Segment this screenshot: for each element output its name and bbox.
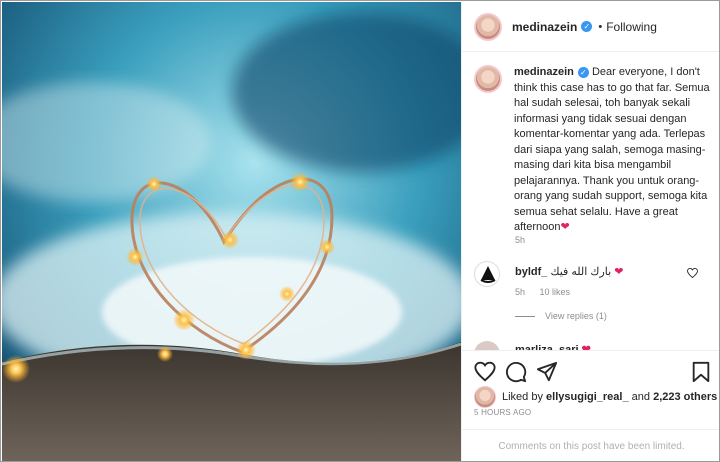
commenter-avatar[interactable] — [474, 341, 500, 350]
comments-limited-notice: Comments on this post have been limited. — [462, 429, 719, 461]
caption-body: medinazein ✓ Dear everyone, I don't think… — [514, 65, 710, 236]
comment-body: marliza_sari ❤ — [515, 343, 591, 350]
likes-text: Liked by ellysugigi_real_ and 2,223 othe… — [502, 391, 717, 403]
red-heart-emoji: ❤ — [614, 266, 624, 278]
share-icon[interactable] — [536, 361, 558, 383]
likes-prefix: Liked by — [502, 391, 543, 403]
comment-icon[interactable] — [505, 361, 527, 383]
view-replies-label: View replies (1) — [545, 311, 607, 321]
comments-list[interactable]: medinazein ✓ Dear everyone, I don't think… — [462, 53, 719, 350]
caption-username[interactable]: medinazein — [514, 66, 574, 78]
liker-avatar[interactable] — [474, 386, 496, 408]
author-avatar[interactable] — [474, 12, 502, 41]
red-heart-emoji: ❤ — [560, 221, 570, 233]
comment-likes[interactable]: 10 likes — [540, 287, 571, 297]
replies-line — [515, 315, 535, 317]
comment-meta: 5h 10 likes — [515, 287, 582, 297]
post-caption: medinazein ✓ Dear everyone, I don't think… — [474, 65, 712, 236]
liker-username[interactable]: ellysugigi_real_ — [546, 391, 629, 403]
heart-icon[interactable] — [474, 361, 496, 383]
comment-body: byldf_ بارك الله فيك ❤ — [515, 265, 623, 278]
bookmark-icon[interactable] — [690, 361, 712, 383]
comment-like-heart-icon[interactable] — [687, 267, 698, 281]
caption-text: Dear everyone, I don't think this case h… — [514, 66, 710, 233]
post-side-panel: medinazein ✓ • Following medinazein ✓ Dea… — [461, 2, 719, 461]
action-bar — [462, 350, 719, 390]
commenter-logo-icon — [476, 263, 499, 286]
comment-time: 5h — [515, 287, 526, 297]
author-username[interactable]: medinazein — [512, 20, 577, 34]
likes-others[interactable]: 2,223 others — [653, 391, 717, 403]
likes-conjunction: and — [631, 391, 651, 403]
comment-item: byldf_ بارك الله فيك ❤ — [474, 261, 714, 301]
caption-time: 5h — [515, 235, 526, 245]
following-button[interactable]: Following — [606, 20, 657, 34]
commenter-username[interactable]: byldf_ — [515, 266, 547, 278]
heart-lights-photo — [2, 2, 461, 461]
separator-dot: • — [598, 20, 603, 33]
comment-item: marliza_sari ❤ — [474, 341, 714, 350]
caption-avatar[interactable] — [474, 65, 502, 93]
post-modal: medinazein ✓ • Following medinazein ✓ Dea… — [0, 0, 720, 462]
view-replies-button[interactable]: View replies (1) — [515, 311, 607, 321]
comment-text: بارك الله فيك — [550, 266, 612, 278]
likes-summary: Liked by ellysugigi_real_ and 2,223 othe… — [474, 386, 717, 408]
commenter-avatar[interactable] — [474, 261, 500, 287]
post-image[interactable] — [2, 2, 461, 461]
post-header: medinazein ✓ • Following — [462, 2, 719, 52]
verified-badge-icon: ✓ — [577, 67, 589, 78]
post-timestamp[interactable]: 5 HOURS AGO — [474, 408, 531, 417]
verified-badge-icon: ✓ — [581, 21, 593, 32]
